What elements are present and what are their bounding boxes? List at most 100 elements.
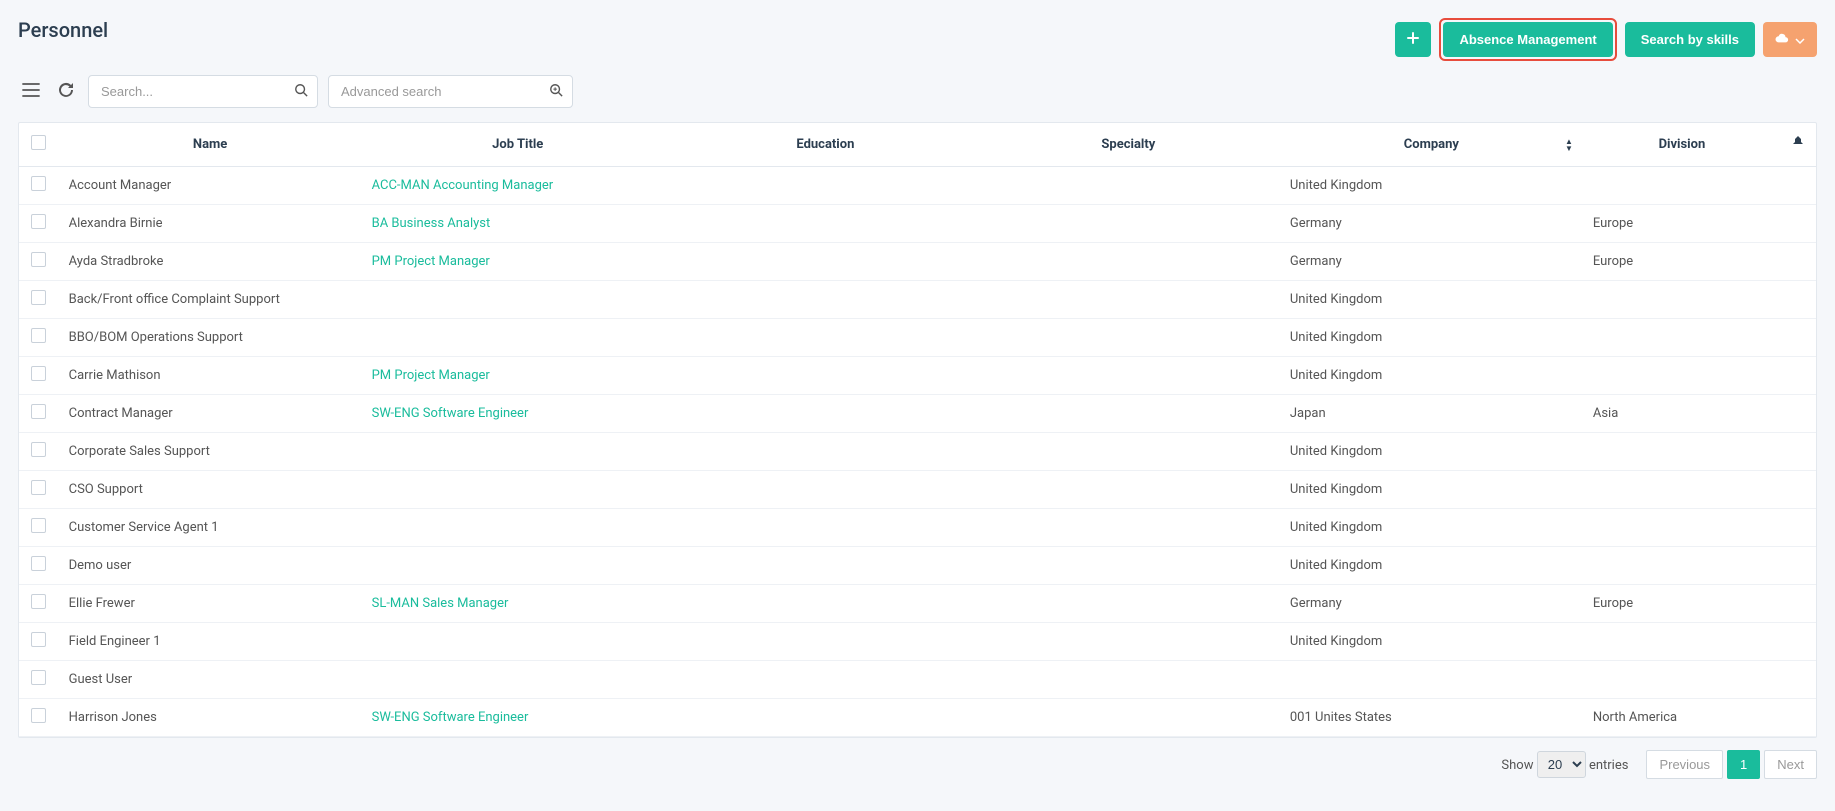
search-input[interactable] <box>88 75 318 108</box>
table-row: Demo userUnited Kingdom <box>19 547 1816 585</box>
table-row: Customer Service Agent 1United Kingdom <box>19 509 1816 547</box>
cell-division: Asia <box>1583 395 1781 433</box>
cell-division: Europe <box>1583 585 1781 623</box>
cell-name: Demo user <box>59 547 362 585</box>
row-checkbox[interactable] <box>31 518 46 533</box>
cell-education <box>674 547 977 585</box>
cell-education <box>674 319 977 357</box>
cell-pin <box>1781 205 1816 243</box>
cell-division: North America <box>1583 699 1781 737</box>
toolbar <box>18 75 1817 108</box>
refresh-button[interactable] <box>54 78 78 105</box>
cloud-icon <box>1775 32 1789 47</box>
table-row: Back/Front office Complaint SupportUnite… <box>19 281 1816 319</box>
table-row: Harrison JonesSW-ENG Software Engineer00… <box>19 699 1816 737</box>
cell-company: United Kingdom <box>1280 319 1583 357</box>
cell-company <box>1280 661 1583 699</box>
cell-pin <box>1781 547 1816 585</box>
cell-division <box>1583 433 1781 471</box>
cell-job[interactable]: BA Business Analyst <box>362 205 674 243</box>
table-row: Field Engineer 1United Kingdom <box>19 623 1816 661</box>
cell-job[interactable]: PM Project Manager <box>362 243 674 281</box>
cell-name: Field Engineer 1 <box>59 623 362 661</box>
cell-name: Account Manager <box>59 167 362 205</box>
select-all-checkbox[interactable] <box>31 135 46 150</box>
cell-specialty <box>977 623 1280 661</box>
cell-pin <box>1781 623 1816 661</box>
pin-icon <box>1793 139 1803 154</box>
page-1-button[interactable]: 1 <box>1727 750 1760 779</box>
cloud-dropdown-button[interactable] <box>1763 22 1817 57</box>
cell-name: Back/Front office Complaint Support <box>59 281 362 319</box>
cell-specialty <box>977 699 1280 737</box>
row-checkbox[interactable] <box>31 214 46 229</box>
advanced-search-input[interactable] <box>328 75 573 108</box>
cell-job[interactable]: ACC-MAN Accounting Manager <box>362 167 674 205</box>
cell-pin <box>1781 661 1816 699</box>
row-checkbox[interactable] <box>31 176 46 191</box>
cell-pin <box>1781 699 1816 737</box>
next-button[interactable]: Next <box>1764 750 1817 779</box>
row-checkbox[interactable] <box>31 366 46 381</box>
cell-specialty <box>977 509 1280 547</box>
page-size-select[interactable]: 20 <box>1537 751 1586 778</box>
row-checkbox[interactable] <box>31 290 46 305</box>
cell-pin <box>1781 319 1816 357</box>
cell-specialty <box>977 433 1280 471</box>
row-checkbox[interactable] <box>31 442 46 457</box>
cell-job <box>362 623 674 661</box>
header-pin[interactable] <box>1781 123 1816 167</box>
row-checkbox[interactable] <box>31 480 46 495</box>
cell-pin <box>1781 509 1816 547</box>
pager: Previous 1 Next <box>1646 750 1817 779</box>
cell-job[interactable]: SW-ENG Software Engineer <box>362 699 674 737</box>
row-checkbox[interactable] <box>31 670 46 685</box>
cell-specialty <box>977 281 1280 319</box>
page-title: Personnel <box>18 18 108 42</box>
header-specialty[interactable]: Specialty <box>977 123 1280 167</box>
row-checkbox[interactable] <box>31 594 46 609</box>
cell-company: United Kingdom <box>1280 357 1583 395</box>
header-education[interactable]: Education <box>674 123 977 167</box>
cell-education <box>674 281 977 319</box>
cell-division <box>1583 281 1781 319</box>
cell-education <box>674 167 977 205</box>
cell-pin <box>1781 471 1816 509</box>
cell-company: Germany <box>1280 205 1583 243</box>
cell-division <box>1583 661 1781 699</box>
cell-job <box>362 433 674 471</box>
row-checkbox[interactable] <box>31 556 46 571</box>
cell-specialty <box>977 661 1280 699</box>
row-checkbox[interactable] <box>31 708 46 723</box>
row-checkbox[interactable] <box>31 252 46 267</box>
cell-pin <box>1781 167 1816 205</box>
cell-name: Guest User <box>59 661 362 699</box>
row-checkbox[interactable] <box>31 328 46 343</box>
header-job[interactable]: Job Title <box>362 123 674 167</box>
previous-button[interactable]: Previous <box>1646 750 1723 779</box>
search-box <box>88 75 318 108</box>
row-checkbox[interactable] <box>31 404 46 419</box>
cell-pin <box>1781 585 1816 623</box>
cell-company: Germany <box>1280 585 1583 623</box>
cell-job <box>362 509 674 547</box>
cell-job[interactable]: SL-MAN Sales Manager <box>362 585 674 623</box>
absence-management-button[interactable]: Absence Management <box>1443 22 1612 57</box>
add-button[interactable] <box>1395 22 1431 57</box>
cell-company: United Kingdom <box>1280 471 1583 509</box>
cell-division <box>1583 547 1781 585</box>
cell-job <box>362 471 674 509</box>
cell-job[interactable]: SW-ENG Software Engineer <box>362 395 674 433</box>
menu-button[interactable] <box>18 79 44 104</box>
header-name[interactable]: Name <box>59 123 362 167</box>
cell-company: 001 Unites States <box>1280 699 1583 737</box>
cell-job[interactable]: PM Project Manager <box>362 357 674 395</box>
row-checkbox[interactable] <box>31 632 46 647</box>
header-division[interactable]: Division <box>1583 123 1781 167</box>
chevron-down-icon <box>1795 32 1805 47</box>
cell-specialty <box>977 243 1280 281</box>
search-by-skills-button[interactable]: Search by skills <box>1625 22 1755 57</box>
cell-name: BBO/BOM Operations Support <box>59 319 362 357</box>
absence-highlight: Absence Management <box>1439 18 1616 61</box>
header-company[interactable]: Company ▲▼ <box>1280 123 1583 167</box>
